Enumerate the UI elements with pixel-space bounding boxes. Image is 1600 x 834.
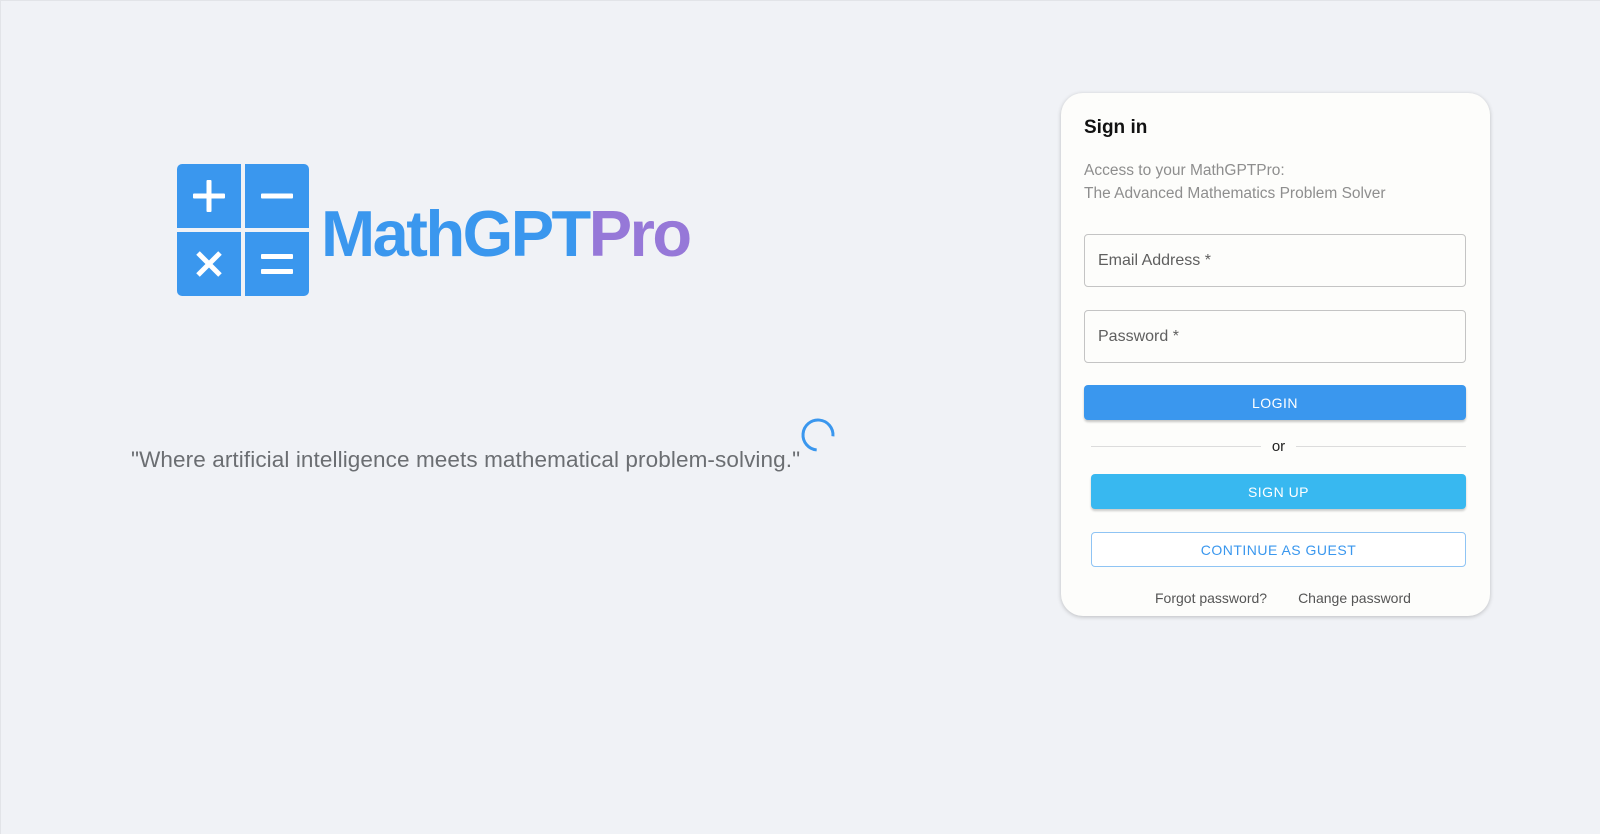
plus-icon [177, 164, 241, 228]
signin-title: Sign in [1084, 117, 1148, 138]
divider-text: or [1271, 437, 1286, 455]
loading-spinner-icon [801, 418, 835, 452]
signin-subtitle-line1: Access to your MathGPTPro: [1084, 162, 1285, 179]
logo-wordmark-primary: MathGPT [321, 196, 591, 270]
equals-icon [245, 232, 309, 296]
change-password-link[interactable]: Change password [1298, 590, 1411, 606]
signin-card: Sign in Access to your MathGPTPro: The A… [1061, 93, 1490, 616]
forgot-password-link[interactable]: Forgot password? [1155, 590, 1267, 606]
password-links: Forgot password? Change password [1155, 590, 1411, 606]
logo-wordmark-accent: Pro [588, 196, 692, 270]
email-input[interactable] [1085, 235, 1465, 286]
calculator-logo-icon [177, 164, 309, 296]
password-field[interactable] [1084, 310, 1466, 363]
divider-line-right [1296, 445, 1466, 447]
signup-button[interactable]: SIGN UP [1091, 474, 1466, 509]
signin-subtitle-line2: The Advanced Mathematics Problem Solver [1084, 185, 1386, 202]
logo-wordmark: MathGPTPro [321, 201, 692, 266]
minus-icon [245, 164, 309, 228]
or-divider: or [1091, 436, 1466, 456]
login-button[interactable]: LOGIN [1084, 385, 1466, 420]
signin-subtitle: Access to your MathGPTPro: The Advanced … [1084, 159, 1386, 205]
continue-as-guest-button[interactable]: CONTINUE AS GUEST [1091, 532, 1466, 567]
email-field[interactable] [1084, 234, 1466, 287]
password-input[interactable] [1085, 311, 1465, 362]
times-icon [177, 232, 241, 296]
tagline: "Where artificial intelligence meets mat… [131, 447, 801, 472]
divider-line-left [1091, 445, 1261, 447]
mathgptpro-logo: MathGPTPro [177, 164, 692, 296]
